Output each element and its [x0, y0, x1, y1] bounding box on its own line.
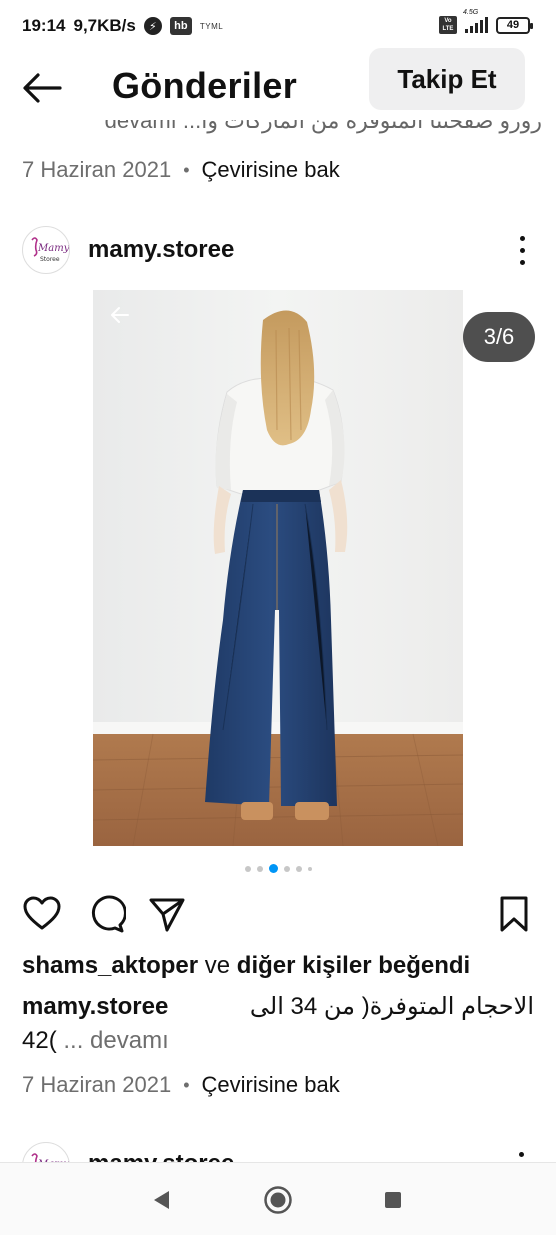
- send-icon[interactable]: [147, 894, 187, 934]
- likes-others[interactable]: diğer kişiler beğendi: [237, 952, 470, 979]
- status-time: 19:14: [22, 16, 66, 35]
- carousel-dot-active: [268, 864, 278, 873]
- status-speed: 9,7KB/s: [73, 16, 136, 35]
- post-username[interactable]: mamy.storee: [88, 236, 234, 264]
- carousel-indicator: [0, 864, 556, 873]
- store-logo: Mamy: [31, 1153, 69, 1162]
- triangle-back-icon: [154, 1191, 169, 1209]
- system-nav-bar: [0, 1162, 556, 1235]
- heart-icon[interactable]: [22, 894, 62, 934]
- next-post-username[interactable]: mamy.storee: [88, 1150, 234, 1162]
- caption-username[interactable]: mamy.storee: [22, 993, 168, 1020]
- square-recent-icon: [385, 1192, 401, 1208]
- post-image[interactable]: [93, 290, 463, 846]
- back-button[interactable]: [20, 70, 64, 106]
- nav-recent-button[interactable]: [378, 1185, 408, 1215]
- product-photo: [93, 290, 463, 846]
- carousel-dot: [283, 865, 290, 872]
- post-header: Mamy Storee mamy.storee: [0, 222, 556, 282]
- avatar[interactable]: Mamy: [22, 1142, 70, 1162]
- caption-arabic-text: الاحجام المتوفرة( من 34 الى: [249, 993, 534, 1020]
- likes-summary[interactable]: shams_aktoper ve diğer kişiler beğendi: [22, 952, 470, 980]
- volte-icon: Vo LTE: [439, 16, 457, 34]
- post-meta: 7 Haziran 2021 • Çevirisine bak: [22, 1072, 340, 1098]
- caption-more-link[interactable]: ... devamı: [63, 1027, 168, 1054]
- bookmark-icon[interactable]: [494, 894, 534, 934]
- post-date: 7 Haziran 2021: [22, 157, 172, 182]
- previous-post-meta: 7 Haziran 2021 • Çevirisine bak: [22, 157, 340, 183]
- nav-back-button[interactable]: [146, 1185, 176, 1215]
- carrier-tag: TYML: [199, 21, 224, 31]
- more-vertical-icon[interactable]: [519, 1152, 524, 1157]
- page-title: Gönderiler: [112, 65, 298, 106]
- image-counter: 3/6: [463, 312, 535, 362]
- post-date: 7 Haziran 2021: [22, 1072, 172, 1097]
- caption-line-2: 42(: [22, 1027, 57, 1054]
- arrow-left-icon: [23, 73, 62, 103]
- more-options-button[interactable]: [512, 232, 532, 268]
- battery-icon: 49: [496, 16, 533, 34]
- nav-home-button[interactable]: [263, 1185, 293, 1215]
- post-caption[interactable]: mamy.storee الاحجام المتوفرة( من 34 الى …: [22, 990, 534, 1058]
- more-vertical-icon: [519, 235, 525, 241]
- likes-connector: ve: [204, 952, 231, 979]
- battery-level: 49: [506, 19, 520, 31]
- next-post-header: Mamy mamy.storee: [0, 1138, 556, 1162]
- comment-icon[interactable]: [86, 894, 126, 934]
- carousel-dot: [295, 865, 302, 872]
- store-logo: Mamy Storee: [24, 228, 69, 272]
- bolt-icon: ⚡: [143, 17, 162, 35]
- image-back-arrow-icon[interactable]: [109, 304, 131, 326]
- signal-icon: 4.5G: [463, 9, 488, 33]
- carousel-dot: [307, 866, 312, 871]
- separator-dot: •: [183, 1074, 190, 1095]
- see-translation-link[interactable]: Çevirisine bak: [202, 157, 340, 183]
- app-header: Gönderiler Takip Et: [0, 48, 556, 120]
- likes-user[interactable]: shams_aktoper: [22, 952, 198, 979]
- hb-app-icon: hb: [169, 17, 192, 35]
- avatar[interactable]: Mamy Storee: [22, 226, 70, 274]
- carousel-dot: [256, 865, 263, 872]
- see-translation-link[interactable]: Çevirisine bak: [202, 1072, 340, 1098]
- carousel-dot: [244, 865, 251, 872]
- avatar-brand-subtext: Storee: [40, 256, 60, 263]
- status-bar: 19:14 9,7KB/s ⚡ hb TYML Vo LTE 4.5G 49: [0, 0, 556, 52]
- post-actions: [0, 890, 556, 936]
- follow-button[interactable]: Takip Et: [369, 48, 525, 110]
- network-type: 4.5G: [463, 9, 479, 16]
- avatar-brand-text: Mamy: [37, 243, 69, 254]
- separator-dot: •: [183, 159, 190, 180]
- circle-home-icon: [264, 1186, 292, 1214]
